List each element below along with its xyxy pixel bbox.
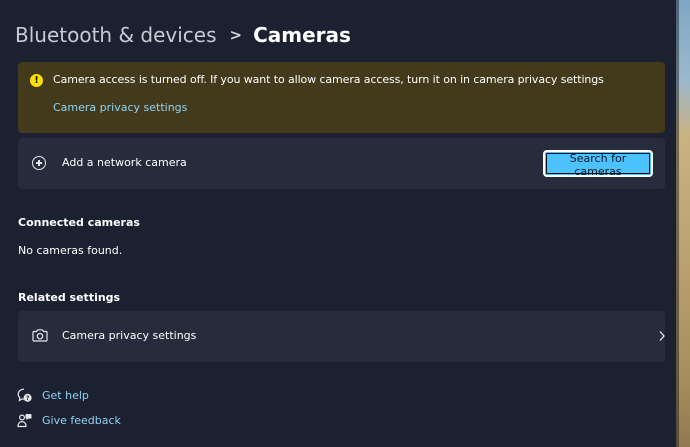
page-title: Cameras (253, 23, 351, 47)
give-feedback-link[interactable]: Give feedback (17, 411, 121, 429)
no-cameras-message: No cameras found. (18, 244, 123, 257)
feedback-person-icon (17, 413, 32, 427)
add-network-camera-label: Add a network camera (62, 156, 187, 169)
camera-privacy-settings-label: Camera privacy settings (62, 329, 197, 342)
help-chat-icon: ? (17, 388, 32, 402)
add-network-camera-card: Add a network camera Search for cameras (18, 138, 665, 189)
svg-text:?: ? (26, 395, 30, 402)
breadcrumb-separator-icon: > (229, 26, 243, 44)
camera-access-warning-banner: ! Camera access is turned off. If you wa… (18, 62, 665, 133)
camera-privacy-settings-link[interactable]: Camera privacy settings (53, 101, 187, 114)
warning-message: Camera access is turned off. If you want… (53, 73, 604, 86)
search-for-cameras-button[interactable]: Search for cameras (543, 150, 653, 178)
related-settings-heading: Related settings (18, 291, 121, 304)
camera-privacy-settings-item[interactable]: Camera privacy settings (18, 311, 665, 362)
breadcrumb-parent-link[interactable]: Bluetooth & devices (15, 23, 217, 47)
plus-circle-icon (32, 156, 46, 170)
camera-icon (32, 329, 48, 342)
get-help-label: Get help (42, 388, 89, 402)
desktop-wallpaper-edge (676, 0, 690, 447)
warning-icon: ! (30, 74, 43, 87)
get-help-link[interactable]: ? Get help (17, 386, 89, 404)
connected-cameras-heading: Connected cameras (18, 216, 140, 229)
breadcrumb: Bluetooth & devices > Cameras (15, 20, 351, 50)
give-feedback-label: Give feedback (42, 413, 121, 427)
chevron-right-icon (659, 331, 665, 341)
